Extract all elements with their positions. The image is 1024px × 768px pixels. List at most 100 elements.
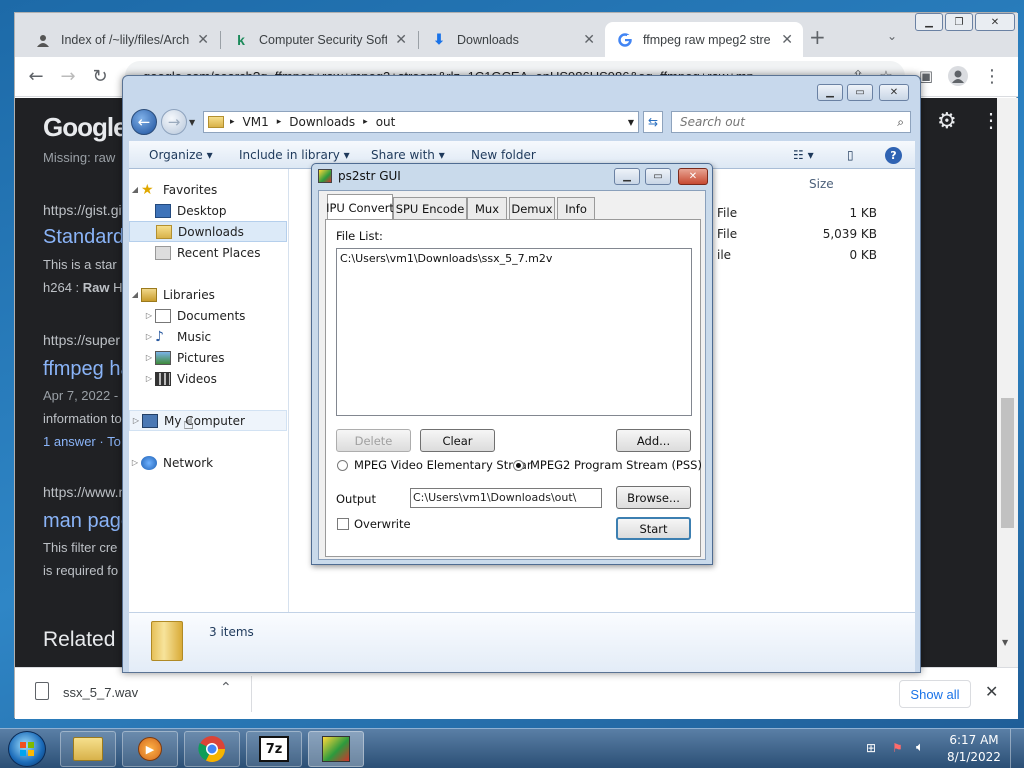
- back-arrow-icon[interactable]: ←: [131, 109, 157, 135]
- nav-desktop[interactable]: Desktop: [129, 200, 287, 221]
- radio-mpeg-video-es[interactable]: [337, 460, 348, 471]
- tab-computer-security[interactable]: k Computer Security Softw ✕: [221, 22, 417, 57]
- nav-documents[interactable]: ▷ Documents: [129, 305, 287, 326]
- radio-label[interactable]: MPEG Video Elementary Strear: [354, 458, 532, 472]
- scroll-down-icon[interactable]: ▼: [1002, 638, 1008, 647]
- file-row[interactable]: File 1 KB: [717, 206, 877, 222]
- address-dropdown-icon[interactable]: ▼: [628, 118, 634, 127]
- size-column-header[interactable]: Size: [809, 177, 834, 191]
- radio-mpeg2-pss[interactable]: [513, 460, 524, 471]
- result-title-link[interactable]: man page: [43, 510, 132, 533]
- close-tab-icon[interactable]: ✕: [781, 31, 793, 48]
- google-logo[interactable]: Google: [43, 112, 128, 143]
- radio-label[interactable]: MPEG2 Program Stream (PSS): [530, 458, 702, 472]
- result-answer-link[interactable]: 1 answer · To: [43, 434, 121, 449]
- taskbar-ps2str[interactable]: [308, 731, 364, 767]
- nav-videos[interactable]: ▷ Videos: [129, 368, 287, 389]
- close-download-bar-icon[interactable]: ✕: [985, 682, 998, 701]
- settings-gear-icon[interactable]: ⚙: [937, 108, 957, 134]
- nav-recent-places[interactable]: Recent Places: [129, 242, 287, 263]
- minimize-icon[interactable]: ▁: [915, 13, 943, 31]
- close-icon[interactable]: ✕: [678, 168, 708, 185]
- nav-pictures[interactable]: ▷ Pictures: [129, 347, 287, 368]
- minimize-icon[interactable]: ▁: [614, 168, 640, 185]
- overwrite-checkbox[interactable]: [337, 518, 349, 530]
- preview-pane-icon[interactable]: ▯: [847, 148, 854, 162]
- browse-button[interactable]: Browse...: [616, 486, 691, 509]
- menu-kebab-icon[interactable]: ⋮: [979, 63, 1005, 89]
- show-desktop-button[interactable]: [1010, 729, 1024, 768]
- reload-icon[interactable]: ↻: [87, 63, 113, 89]
- close-tab-icon[interactable]: ✕: [197, 31, 209, 48]
- overwrite-label[interactable]: Overwrite: [354, 517, 411, 531]
- start-button[interactable]: Start: [616, 517, 691, 540]
- tab-spu-encode[interactable]: SPU Encode: [393, 197, 467, 219]
- show-all-button[interactable]: Show all: [899, 680, 971, 708]
- scrollbar-thumb[interactable]: [1001, 398, 1014, 528]
- result-title-link[interactable]: ffmpeg ha: [43, 358, 132, 381]
- tab-info[interactable]: Info: [557, 197, 595, 219]
- file-row[interactable]: ile 0 KB: [717, 248, 877, 264]
- help-icon[interactable]: ?: [885, 147, 902, 164]
- forward-arrow-icon[interactable]: →: [161, 109, 187, 135]
- result-title-link[interactable]: Standard: [43, 226, 124, 249]
- include-in-library-menu[interactable]: Include in library ▾: [239, 148, 350, 162]
- forward-arrow-icon[interactable]: →: [55, 63, 81, 89]
- download-filename[interactable]: ssx_5_7.wav: [63, 685, 138, 700]
- file-row[interactable]: File 5,039 KB: [717, 227, 877, 243]
- tab-downloads[interactable]: ⬇ Downloads ✕: [419, 22, 605, 57]
- breadcrumb-out[interactable]: out: [376, 115, 396, 129]
- tab-demux[interactable]: Demux: [509, 197, 555, 219]
- minimize-icon[interactable]: ▁: [817, 84, 843, 101]
- close-icon[interactable]: ✕: [879, 84, 909, 101]
- start-button[interactable]: [8, 731, 46, 767]
- add-button[interactable]: Add...: [616, 429, 691, 452]
- volume-icon[interactable]: 🔈︎: [916, 740, 924, 755]
- breadcrumb[interactable]: ▸ VM1 ▸ Downloads ▸ out ▼: [203, 111, 639, 133]
- delete-button[interactable]: Delete: [336, 429, 411, 452]
- search-box[interactable]: ⌕: [671, 111, 911, 133]
- breadcrumb-arrow-icon[interactable]: ▸: [363, 117, 368, 127]
- nav-favorites[interactable]: ◢ ★ Favorites: [129, 179, 287, 200]
- close-icon[interactable]: ✕: [975, 13, 1015, 31]
- page-scrollbar[interactable]: ▼: [997, 98, 1018, 667]
- nav-my-computer[interactable]: ▷ My Computer: [129, 410, 287, 431]
- new-tab-icon[interactable]: +: [809, 25, 826, 49]
- refresh-icon[interactable]: ⇆: [643, 111, 663, 133]
- breadcrumb-downloads[interactable]: Downloads: [289, 115, 355, 129]
- maximize-icon[interactable]: ▭: [645, 168, 671, 185]
- search-icon[interactable]: ⌕: [897, 115, 904, 130]
- new-folder-button[interactable]: New folder: [471, 148, 536, 162]
- tab-mux[interactable]: Mux: [467, 197, 507, 219]
- back-arrow-icon[interactable]: ←: [23, 63, 49, 89]
- tab-index-of-lily[interactable]: Index of /~lily/files/Arch ✕: [23, 22, 219, 57]
- tab-search-chevron-icon[interactable]: ⌄: [887, 29, 897, 43]
- taskbar-explorer[interactable]: [60, 731, 116, 767]
- output-path-field[interactable]: C:\Users\vm1\Downloads\out\: [410, 488, 602, 508]
- network-tray-icon[interactable]: ⊞: [866, 741, 876, 755]
- download-chevron-icon[interactable]: ⌃: [220, 680, 232, 696]
- taskbar-media-player[interactable]: ▶: [122, 731, 178, 767]
- breadcrumb-vm1[interactable]: VM1: [243, 115, 269, 129]
- action-center-flag-icon[interactable]: ⚑: [892, 741, 903, 755]
- close-tab-icon[interactable]: ✕: [395, 31, 407, 48]
- close-tab-icon[interactable]: ✕: [583, 31, 595, 48]
- tab-ipu-convert[interactable]: IPU Convert: [326, 194, 394, 220]
- maximize-icon[interactable]: ▭: [847, 84, 873, 101]
- tab-ffmpeg-search[interactable]: ffmpeg raw mpeg2 stre ✕: [605, 22, 803, 57]
- nav-music[interactable]: ▷ ♪ Music: [129, 326, 287, 347]
- search-input[interactable]: [680, 115, 880, 129]
- share-with-menu[interactable]: Share with ▾: [371, 148, 445, 162]
- taskbar-7zip[interactable]: 7z: [246, 731, 302, 767]
- taskbar-chrome[interactable]: [184, 731, 240, 767]
- organize-menu[interactable]: Organize ▾: [149, 148, 213, 162]
- nav-downloads[interactable]: Downloads: [129, 221, 287, 242]
- nav-libraries[interactable]: ◢ Libraries: [129, 284, 287, 305]
- file-list-box[interactable]: C:\Users\vm1\Downloads\ssx_5_7.m2v: [336, 248, 692, 416]
- clear-button[interactable]: Clear: [420, 429, 495, 452]
- clock[interactable]: 6:17 AM 8/1/2022: [944, 733, 1004, 764]
- profile-avatar-icon[interactable]: [945, 63, 971, 89]
- nav-network[interactable]: ▷ Network: [129, 452, 287, 473]
- view-options-icon[interactable]: ☷ ▾: [793, 148, 814, 162]
- breadcrumb-arrow-icon[interactable]: ▸: [277, 117, 282, 127]
